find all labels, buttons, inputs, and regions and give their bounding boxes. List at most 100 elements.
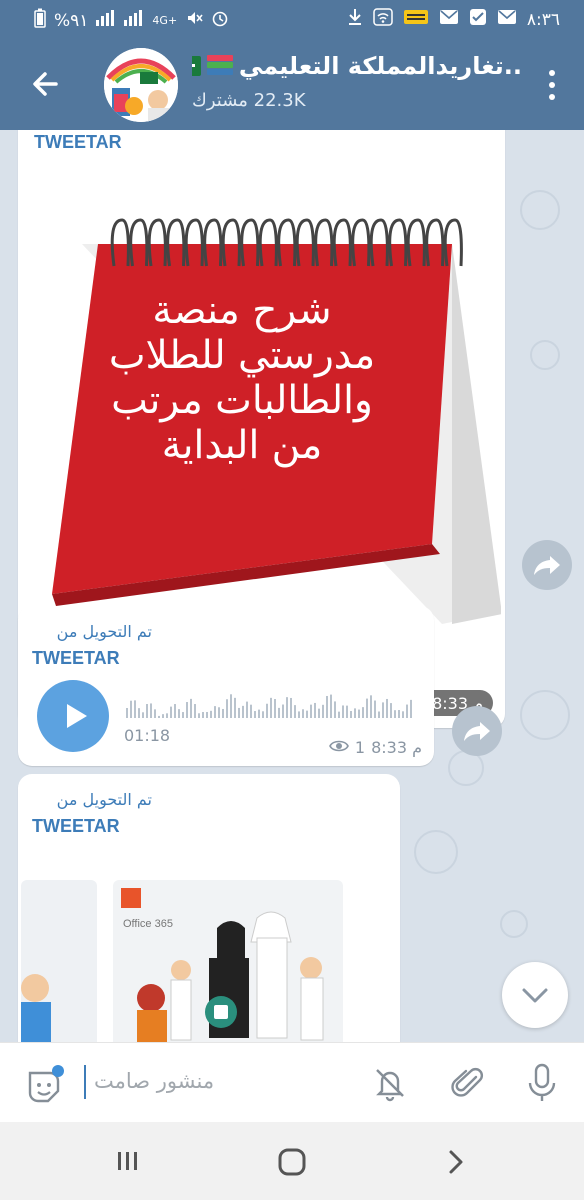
waveform-bar	[242, 705, 244, 718]
attach-button[interactable]	[448, 1063, 488, 1103]
waveform-bar	[382, 702, 384, 718]
calendar-line-2: مدرستي للطلاب	[108, 333, 376, 378]
share-arrow-icon	[534, 556, 560, 575]
waveform-bar	[186, 702, 188, 718]
voice-waveform[interactable]	[126, 688, 416, 718]
wifi-icon	[373, 8, 393, 31]
dot-icon	[549, 70, 555, 76]
bell-off-icon	[376, 1069, 404, 1102]
forwarded-label: تم التحويل من	[56, 790, 152, 809]
channel-title[interactable]: تغاريدالمملكة التعليمي..	[192, 52, 522, 86]
avatar-image	[104, 48, 178, 122]
view-count: 1	[354, 738, 366, 757]
message-meta: 1 8:33 م	[328, 738, 422, 757]
waveform-bar	[354, 708, 356, 718]
waveform-bar	[342, 705, 344, 718]
mail-icon	[439, 9, 459, 30]
message-input[interactable]: منشور صامت	[94, 1069, 214, 1093]
background-doodle	[530, 340, 560, 370]
play-button[interactable]	[37, 680, 109, 752]
preview-image[interactable]: Office 365	[21, 878, 397, 1042]
forwarded-from-name[interactable]: TWEETAR	[32, 648, 120, 669]
waveform-bar	[202, 712, 204, 718]
waveform-bar	[154, 709, 156, 718]
back-button[interactable]	[26, 64, 66, 104]
arrow-left-icon	[33, 72, 58, 96]
signal-icon	[96, 10, 116, 31]
calendar-line-3: والطالبات مرتب	[111, 378, 373, 423]
voice-record-button[interactable]	[522, 1061, 562, 1105]
waveform-bar	[206, 711, 208, 718]
waveform-bar	[194, 704, 196, 718]
download-icon	[347, 8, 363, 31]
scroll-down-button[interactable]	[502, 962, 568, 1028]
waveform-bar	[286, 697, 288, 718]
waveform-bar	[386, 698, 388, 718]
waveform-bar	[378, 711, 380, 718]
waveform-bar	[310, 704, 312, 718]
waveform-bar	[166, 713, 168, 718]
share-button[interactable]	[522, 540, 572, 590]
message-voice[interactable]: تم التحويل من TWEETAR 01:18 1 8:33 م	[18, 606, 434, 766]
message-link-preview[interactable]: تم التحويل من TWEETAR Office 365	[18, 774, 400, 1042]
waveform-bar	[346, 705, 348, 718]
waveform-bar	[234, 697, 236, 718]
eye-icon	[328, 738, 349, 757]
waveform-bar	[322, 704, 324, 718]
background-doodle	[520, 690, 570, 740]
forwarded-from-name[interactable]: TWEETAR	[34, 132, 122, 153]
home-icon	[278, 1148, 306, 1176]
students-illustration	[21, 878, 397, 1042]
saudi-flag-icon	[192, 56, 201, 76]
waveform-bar	[406, 704, 408, 718]
waveform-bar	[410, 699, 412, 718]
channel-avatar[interactable]	[104, 48, 178, 122]
recent-apps-icon	[118, 1152, 137, 1170]
channel-title-text: تغاريدالمملكة التعليمي..	[238, 52, 522, 80]
waveform-bar	[134, 700, 136, 718]
books-icon	[206, 55, 233, 77]
silent-broadcast-button[interactable]	[370, 1063, 410, 1103]
waveform-bar	[262, 711, 264, 718]
home-button[interactable]	[272, 1142, 312, 1182]
waveform-bar	[394, 710, 396, 718]
waveform-bar	[290, 697, 292, 718]
recent-apps-button[interactable]	[108, 1146, 148, 1176]
waveform-bar	[250, 704, 252, 718]
background-doodle	[500, 910, 528, 938]
waveform-bar	[158, 715, 160, 718]
share-button[interactable]	[452, 706, 502, 756]
waveform-bar	[258, 709, 260, 718]
waveform-bar	[246, 701, 248, 718]
waveform-bar	[222, 708, 224, 718]
calendar-text: شرح منصة مدرستي للطلاب والطالبات مرتب من…	[82, 288, 402, 468]
text-caret	[84, 1065, 86, 1099]
waveform-bar	[390, 703, 392, 718]
waveform-bar	[190, 698, 192, 718]
waveform-bar	[178, 709, 180, 718]
calendar-line-4: من البداية	[161, 423, 323, 468]
more-menu-button[interactable]	[546, 70, 558, 106]
check-icon	[469, 8, 487, 31]
waveform-bar	[254, 711, 256, 718]
share-arrow-icon	[464, 722, 490, 741]
chevron-down-icon	[522, 988, 548, 1003]
microphone-icon	[528, 1063, 556, 1101]
waveform-bar	[226, 699, 228, 718]
waveform-bar	[274, 699, 276, 718]
waveform-bar	[142, 712, 144, 718]
waveform-bar	[146, 704, 148, 718]
back-nav-button[interactable]	[438, 1144, 474, 1180]
message-composer: منشور صامت	[0, 1042, 584, 1122]
chat-area[interactable]: TWEETAR شرح منصة مدرستي للطلاب والطالبات…	[0, 130, 584, 1042]
post-image[interactable]: شرح منصة مدرستي للطلاب والطالبات مرتب من…	[22, 154, 502, 664]
dot-icon	[549, 82, 555, 88]
sticker-button[interactable]	[24, 1065, 64, 1105]
forwarded-from-name[interactable]: TWEETAR	[32, 816, 120, 837]
background-doodle	[520, 190, 560, 230]
forwarded-label: تم التحويل من	[56, 622, 152, 641]
chevron-right-icon	[449, 1150, 463, 1174]
clock-time: ٨:٣٦	[526, 9, 560, 30]
waveform-bar	[170, 706, 172, 718]
waveform-bar	[366, 698, 368, 718]
